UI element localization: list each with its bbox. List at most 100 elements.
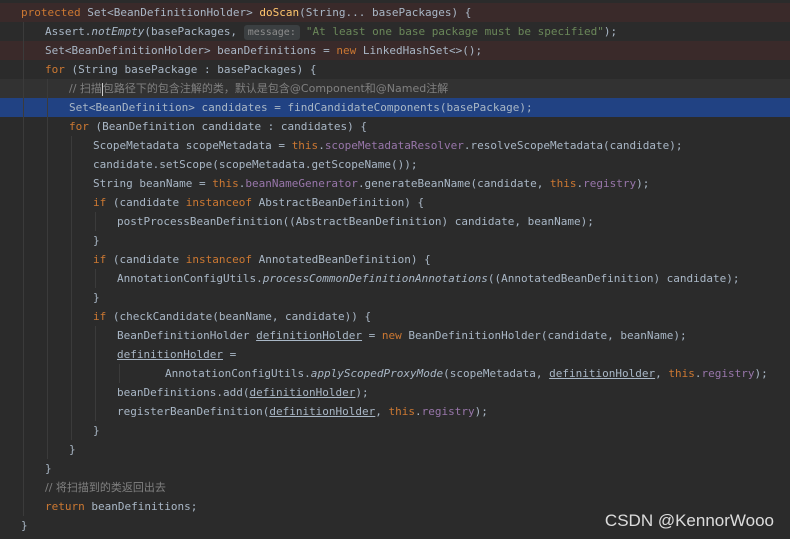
code-line[interactable]: } bbox=[0, 421, 790, 440]
indent-guide bbox=[71, 402, 72, 421]
code-text: Set<BeanDefinitionHolder> beanDefinition… bbox=[45, 41, 482, 60]
code-token: this bbox=[291, 139, 319, 152]
code-text: postProcessBeanDefinition((AbstractBeanD… bbox=[117, 212, 594, 231]
indent-guide bbox=[47, 98, 48, 117]
code-comment: // 扫描 bbox=[69, 82, 102, 95]
indent-guide bbox=[47, 326, 48, 345]
code-token: (scopeMetadata, bbox=[443, 367, 550, 380]
code-line[interactable]: BeanDefinitionHolder definitionHolder = … bbox=[0, 326, 790, 345]
code-line[interactable]: if (candidate instanceof AbstractBeanDef… bbox=[0, 193, 790, 212]
code-text: if (candidate instanceof AnnotatedBeanDe… bbox=[93, 250, 431, 269]
code-token: AnnotatedBeanDefinition) { bbox=[251, 253, 431, 266]
code-comment: // 将扫描到的类返回出去 bbox=[45, 481, 166, 494]
watermark: CSDN @KennorWooo bbox=[604, 511, 774, 530]
code-line[interactable]: postProcessBeanDefinition((AbstractBeanD… bbox=[0, 212, 790, 231]
indent-guide bbox=[71, 231, 72, 250]
code-text: } bbox=[93, 421, 100, 440]
code-token: } bbox=[69, 443, 76, 456]
code-editor[interactable]: protected Set<BeanDefinitionHolder> doSc… bbox=[0, 0, 790, 539]
indent-guide bbox=[71, 345, 72, 364]
code-token: Set<BeanDefinitionHolder> beanDefinition… bbox=[45, 44, 337, 57]
code-line[interactable]: beanDefinitions.add(definitionHolder); bbox=[0, 383, 790, 402]
indent-guide bbox=[23, 155, 24, 174]
code-token: this bbox=[550, 177, 577, 190]
code-line[interactable]: } bbox=[0, 231, 790, 250]
code-line[interactable]: Set<BeanDefinitionHolder> beanDefinition… bbox=[0, 41, 790, 60]
parameter-hint: message: bbox=[243, 25, 300, 40]
indent-guide bbox=[95, 345, 96, 364]
code-line[interactable]: // 扫描包路径下的包含注解的类，默认是包含@Component和@Named注… bbox=[0, 79, 790, 98]
code-line[interactable]: } bbox=[0, 288, 790, 307]
code-text: registerBeanDefinition(definitionHolder,… bbox=[117, 402, 488, 421]
code-token: ((AnnotatedBeanDefinition) candidate); bbox=[487, 272, 740, 285]
indent-guide bbox=[47, 174, 48, 193]
code-line[interactable]: } bbox=[0, 440, 790, 459]
code-text: String beanName = this.beanNameGenerator… bbox=[93, 174, 649, 193]
indent-guide bbox=[23, 364, 24, 383]
code-text: for (String basePackage : basePackages) … bbox=[45, 60, 317, 79]
code-token: (String basePackage : basePackages) { bbox=[64, 63, 317, 76]
code-line[interactable]: protected Set<BeanDefinitionHolder> doSc… bbox=[0, 3, 790, 22]
indent-guide bbox=[71, 383, 72, 402]
code-token: Set<BeanDefinition> candidates = findCan… bbox=[69, 101, 533, 114]
code-token: ); bbox=[636, 177, 650, 190]
indent-guide bbox=[95, 212, 96, 231]
indent-guide bbox=[23, 326, 24, 345]
code-line[interactable]: Set<BeanDefinition> candidates = findCan… bbox=[0, 98, 790, 117]
code-line[interactable]: } bbox=[0, 459, 790, 478]
code-token: , bbox=[375, 405, 389, 418]
code-token: (candidate bbox=[106, 196, 186, 209]
code-line[interactable]: definitionHolder = bbox=[0, 345, 790, 364]
indent-guide bbox=[71, 421, 72, 440]
code-line[interactable]: Assert.notEmpty(basePackages, message: "A… bbox=[0, 22, 790, 41]
code-line[interactable]: // 将扫描到的类返回出去 bbox=[0, 478, 790, 497]
indent-guide bbox=[23, 497, 24, 516]
code-line[interactable]: for (String basePackage : basePackages) … bbox=[0, 60, 790, 79]
code-line[interactable]: AnnotationConfigUtils.applyScopedProxyMo… bbox=[0, 364, 790, 383]
code-line[interactable]: registerBeanDefinition(definitionHolder,… bbox=[0, 402, 790, 421]
code-line[interactable]: if (checkCandidate(beanName, candidate))… bbox=[0, 307, 790, 326]
code-token: LinkedHashSet<>(); bbox=[356, 44, 483, 57]
code-comment: 包路径下的包含注解的类，默认是包含@Component和@Named注解 bbox=[102, 82, 449, 95]
indent-guide bbox=[71, 288, 72, 307]
code-text: BeanDefinitionHolder definitionHolder = … bbox=[117, 326, 687, 345]
code-text: } bbox=[93, 231, 100, 250]
indent-guide bbox=[95, 383, 96, 402]
code-token: beanDefinitions; bbox=[84, 500, 198, 513]
indent-guide bbox=[23, 478, 24, 497]
code-line[interactable]: if (candidate instanceof AnnotatedBeanDe… bbox=[0, 250, 790, 269]
code-token: return bbox=[45, 500, 85, 513]
indent-guide bbox=[95, 269, 96, 288]
code-text: beanDefinitions.add(definitionHolder); bbox=[117, 383, 369, 402]
indent-guide bbox=[47, 117, 48, 136]
code-text: // 将扫描到的类返回出去 bbox=[45, 478, 166, 497]
code-token: (basePackages, bbox=[144, 25, 244, 38]
code-token: this bbox=[668, 367, 695, 380]
code-line[interactable]: AnnotationConfigUtils.processCommonDefin… bbox=[0, 269, 790, 288]
code-token: BeanDefinitionHolder(candidate, beanName… bbox=[401, 329, 687, 342]
code-text: candidate.setScope(scopeMetadata.getScop… bbox=[93, 155, 418, 174]
indent-guide bbox=[95, 326, 96, 345]
indent-guide bbox=[47, 136, 48, 155]
code-token: . bbox=[415, 405, 422, 418]
code-token: if bbox=[93, 253, 107, 266]
indent-guide bbox=[23, 98, 24, 117]
code-token: } bbox=[45, 462, 52, 475]
indent-guide bbox=[23, 22, 24, 41]
code-line[interactable]: String beanName = this.beanNameGenerator… bbox=[0, 174, 790, 193]
code-token: String beanName = bbox=[93, 177, 213, 190]
indent-guide bbox=[23, 288, 24, 307]
indent-guide bbox=[47, 269, 48, 288]
code-token: . bbox=[318, 139, 325, 152]
indent-guide bbox=[23, 212, 24, 231]
indent-guide bbox=[23, 250, 24, 269]
code-line[interactable]: for (BeanDefinition candidate : candidat… bbox=[0, 117, 790, 136]
indent-guide bbox=[23, 231, 24, 250]
indent-guide bbox=[23, 383, 24, 402]
code-line[interactable]: ScopeMetadata scopeMetadata = this.scope… bbox=[0, 136, 790, 155]
code-token: ); bbox=[355, 386, 369, 399]
code-line[interactable]: candidate.setScope(scopeMetadata.getScop… bbox=[0, 155, 790, 174]
code-token: AbstractBeanDefinition) { bbox=[251, 196, 425, 209]
indent-guide bbox=[47, 155, 48, 174]
code-token: Assert. bbox=[45, 25, 92, 38]
